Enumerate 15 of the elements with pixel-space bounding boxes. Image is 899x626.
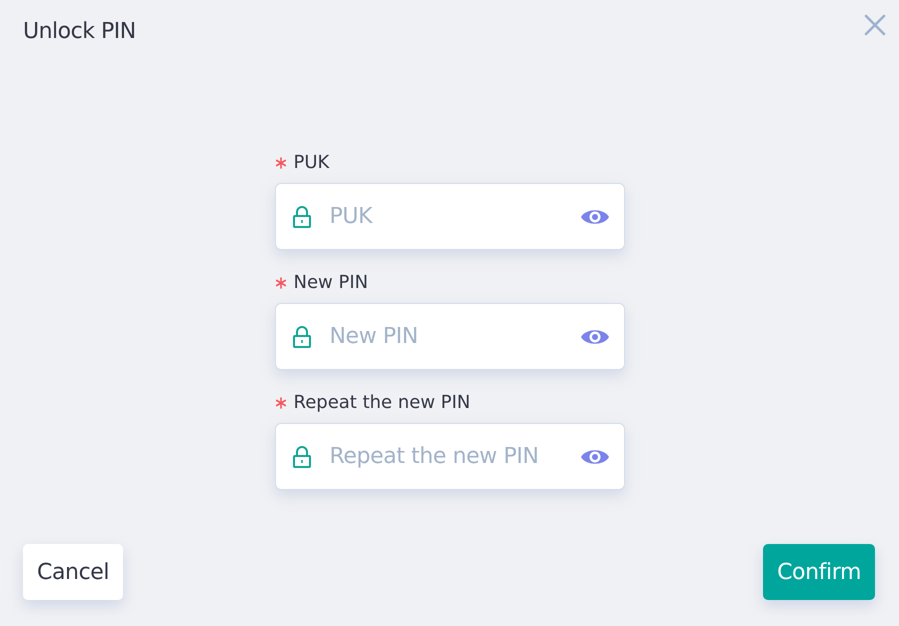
lock-icon [292,326,312,348]
close-icon[interactable] [864,14,886,36]
password-field[interactable]: New PIN [274,303,624,370]
lock-icon [292,206,312,228]
input-text[interactable]: New PIN [328,323,564,350]
field-label: PUK [294,151,330,175]
password-field[interactable]: Repeat the new PIN [274,423,624,490]
field-label: Repeat the new PIN [294,391,470,415]
dialog-title: Unlock PIN [23,18,136,46]
field-label: New PIN [294,271,368,295]
cancel-button[interactable]: Cancel [23,544,124,600]
password-field[interactable]: PUK [274,183,624,250]
input-text[interactable]: PUK [328,203,564,230]
lock-icon [292,446,312,468]
input-text[interactable]: Repeat the new PIN [328,443,564,470]
